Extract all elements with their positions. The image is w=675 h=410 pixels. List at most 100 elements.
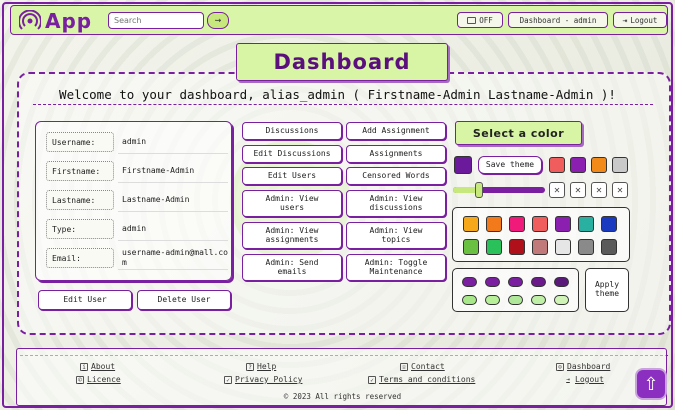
- clear-color-1[interactable]: ✕: [549, 182, 565, 198]
- palette-swatch[interactable]: [509, 216, 525, 232]
- clear-color-4[interactable]: ✕: [612, 182, 628, 198]
- palette-swatch[interactable]: [578, 239, 594, 255]
- firstname-value: Firstname-Admin: [118, 159, 228, 183]
- info-row-firstname: Firstname: Firstname-Admin: [46, 159, 228, 183]
- licence-label: Licence: [87, 375, 121, 384]
- edit-users-button[interactable]: Edit Users: [242, 167, 342, 185]
- search-input[interactable]: [108, 12, 204, 29]
- edit-user-button[interactable]: Edit User: [38, 290, 132, 310]
- preset-swatch[interactable]: [485, 277, 500, 287]
- assignments-button[interactable]: Assignments: [346, 145, 446, 163]
- slider-thumb[interactable]: [474, 182, 483, 198]
- phone-icon: ☏: [400, 362, 408, 371]
- page-title-text: Dashboard: [273, 50, 411, 74]
- terms-label: Terms and conditions: [379, 375, 476, 384]
- logout-icon: ⇥: [622, 15, 628, 25]
- logo[interactable]: App: [19, 9, 92, 33]
- palette-swatch[interactable]: [578, 216, 594, 232]
- top-swatch-1[interactable]: [549, 157, 565, 173]
- user-label: Dashboard - admin: [519, 15, 597, 25]
- logout-button[interactable]: ⇥ Logout: [613, 12, 667, 28]
- top-swatch-4[interactable]: [612, 157, 628, 173]
- apply-theme-button[interactable]: Apply theme: [585, 268, 629, 312]
- type-label: Type:: [46, 219, 114, 239]
- welcome-message: Welcome to your dashboard, alias_admin (…: [59, 87, 616, 102]
- logout-label: Logout: [630, 15, 658, 25]
- lastname-label: Lastname:: [46, 190, 114, 210]
- save-theme-button[interactable]: Save theme: [478, 156, 542, 174]
- search-button[interactable]: ⇝: [207, 12, 229, 29]
- user-info-card: Username: admin Firstname: Firstname-Adm…: [35, 121, 232, 281]
- preset-swatch[interactable]: [554, 295, 569, 305]
- admin-view-discussions-button[interactable]: Admin: View discussions: [346, 190, 446, 217]
- dashboard-label: Dashboard: [567, 362, 611, 371]
- about-link[interactable]: i About: [80, 362, 115, 371]
- copyright: © 2023 All rights reserved: [283, 392, 402, 401]
- palette-swatch[interactable]: [532, 216, 548, 232]
- top-bar: App ⇝ OFF Dashboard - admin ⇥ Logout: [10, 5, 668, 35]
- help-link[interactable]: ? Help: [246, 362, 276, 371]
- admin-view-assignments-button[interactable]: Admin: View assignments: [242, 222, 342, 249]
- privacy-label: Privacy Policy: [235, 375, 303, 384]
- username-value: admin: [118, 130, 228, 154]
- footer-logout-link[interactable]: ⇥ Logout: [564, 375, 604, 384]
- discussions-button[interactable]: Discussions: [242, 122, 342, 140]
- scroll-to-top-button[interactable]: ⇧: [635, 368, 667, 400]
- firstname-label: Firstname:: [46, 161, 114, 181]
- clear-color-2[interactable]: ✕: [570, 182, 586, 198]
- select-color-heading: Select a color: [455, 121, 582, 145]
- palette-swatch[interactable]: [486, 239, 502, 255]
- app-name: App: [45, 9, 93, 33]
- palette-swatch[interactable]: [532, 239, 548, 255]
- palette-swatch[interactable]: [463, 216, 479, 232]
- palette-swatch[interactable]: [601, 216, 617, 232]
- palette-swatch[interactable]: [555, 239, 571, 255]
- add-assignment-button[interactable]: Add Assignment: [346, 122, 446, 140]
- licence-link[interactable]: © Licence: [76, 375, 121, 384]
- admin-view-users-button[interactable]: Admin: View users: [242, 190, 342, 217]
- contact-label: Contact: [411, 362, 445, 371]
- palette-swatch[interactable]: [509, 239, 525, 255]
- preset-swatch[interactable]: [462, 277, 477, 287]
- user-dashboard-link[interactable]: Dashboard - admin: [508, 12, 608, 28]
- admin-send-emails-button[interactable]: Admin: Send emails: [242, 254, 342, 281]
- info-row-lastname: Lastname: Lastname-Admin: [46, 188, 228, 212]
- palette-swatch[interactable]: [601, 239, 617, 255]
- question-icon: ?: [246, 362, 254, 371]
- preset-swatch[interactable]: [462, 295, 477, 305]
- info-row-username: Username: admin: [46, 130, 228, 154]
- theme-slider[interactable]: [453, 182, 545, 198]
- current-color-swatch[interactable]: [454, 156, 472, 174]
- color-palette: [452, 207, 630, 262]
- top-swatch-2[interactable]: [570, 157, 586, 173]
- delete-user-button[interactable]: Delete User: [137, 290, 231, 310]
- preset-swatch[interactable]: [508, 277, 523, 287]
- preset-swatch[interactable]: [508, 295, 523, 305]
- dashboard-link[interactable]: ☺ Dashboard: [556, 362, 610, 371]
- admin-view-topics-button[interactable]: Admin: View topics: [346, 222, 446, 249]
- user-icon: ☺: [556, 362, 564, 371]
- preset-swatch[interactable]: [531, 295, 546, 305]
- top-swatch-3[interactable]: [591, 157, 607, 173]
- privacy-policy-link[interactable]: ✓ Privacy Policy: [224, 375, 302, 384]
- edit-discussions-button[interactable]: Edit Discussions: [242, 145, 342, 163]
- clear-color-3[interactable]: ✕: [591, 182, 607, 198]
- email-label: Email:: [46, 248, 114, 268]
- check-icon: ✓: [368, 375, 376, 384]
- theme-presets: [452, 268, 579, 312]
- info-icon: i: [80, 362, 88, 371]
- contact-link[interactable]: ☏ Contact: [400, 362, 445, 371]
- mode-toggle[interactable]: OFF: [457, 12, 503, 28]
- preset-swatch[interactable]: [531, 277, 546, 287]
- search-go-icon: ⇝: [214, 16, 222, 25]
- censored-words-button[interactable]: Censored Words: [346, 167, 446, 185]
- type-value: admin: [118, 217, 228, 241]
- palette-swatch[interactable]: [486, 216, 502, 232]
- palette-swatch[interactable]: [463, 239, 479, 255]
- terms-link[interactable]: ✓ Terms and conditions: [368, 375, 475, 384]
- palette-swatch[interactable]: [555, 216, 571, 232]
- preset-swatch[interactable]: [554, 277, 569, 287]
- divider: [33, 104, 653, 105]
- preset-swatch[interactable]: [485, 295, 500, 305]
- admin-toggle-maintenance-button[interactable]: Admin: Toggle Maintenance: [346, 254, 446, 281]
